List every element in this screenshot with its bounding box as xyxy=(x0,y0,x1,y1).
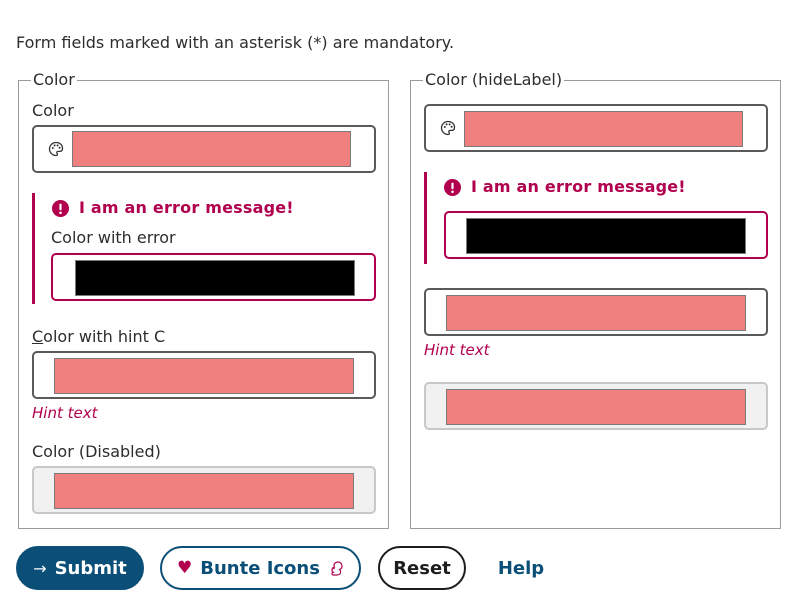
color-fieldset-legend: Color xyxy=(33,70,75,89)
color-disabled-field xyxy=(32,466,376,514)
color-field[interactable] xyxy=(32,125,376,173)
color-hidelabel-disabled-field xyxy=(424,382,768,430)
palette-icon xyxy=(440,120,456,136)
color-swatch-hint xyxy=(54,358,354,394)
color-label: Color xyxy=(32,101,74,120)
color-with-error-field[interactable] xyxy=(51,253,376,301)
reset-button-label: Reset xyxy=(393,557,451,579)
arrow-right-icon: → xyxy=(33,558,47,578)
bunte-icons-button[interactable]: ♥ Bunte Icons xyxy=(160,546,361,590)
color-hidelabel-hint-field[interactable] xyxy=(424,288,768,336)
palette-icon xyxy=(48,141,64,157)
color-hidelabel-error-field[interactable] xyxy=(444,211,768,259)
error-indicator-bar xyxy=(32,193,35,304)
color-hidelabel-fieldset-legend: Color (hideLabel) xyxy=(425,70,563,89)
page: Form fields marked with an asterisk (*) … xyxy=(0,0,800,606)
error-icon xyxy=(444,179,461,196)
color-with-error-label: Color with error xyxy=(51,228,176,247)
color-swatch xyxy=(464,111,743,147)
color-swatch-error xyxy=(75,260,355,296)
error-message: I am an error message! xyxy=(471,177,686,196)
heart-icon: ♥ xyxy=(177,558,193,578)
color-swatch-error xyxy=(466,218,746,254)
mandatory-notice: Form fields marked with an asterisk (*) … xyxy=(16,33,455,52)
color-with-hint-field[interactable] xyxy=(32,351,376,399)
squirrel-icon xyxy=(331,561,343,576)
error-message: I am an error message! xyxy=(79,198,294,217)
submit-button-label: Submit xyxy=(54,557,127,579)
color-with-hint-label-text: olor with hint C xyxy=(43,327,166,346)
error-icon xyxy=(52,200,69,217)
color-swatch-disabled xyxy=(446,389,746,425)
hint-text: Hint text xyxy=(32,404,98,422)
hint-text: Hint text xyxy=(424,341,490,359)
access-key-letter: C xyxy=(32,327,44,346)
bunte-icons-button-label: Bunte Icons xyxy=(200,557,320,579)
color-swatch-hint xyxy=(446,295,746,331)
color-disabled-label: Color (Disabled) xyxy=(32,442,161,461)
reset-button[interactable]: Reset xyxy=(378,546,466,590)
color-hidelabel-field[interactable] xyxy=(424,104,768,152)
color-swatch xyxy=(72,131,351,167)
submit-button[interactable]: → Submit xyxy=(16,546,144,590)
color-with-hint-label: Color with hint C xyxy=(32,327,165,347)
error-indicator-bar xyxy=(424,172,427,264)
help-button-label: Help xyxy=(497,557,545,579)
help-button[interactable]: Help xyxy=(488,546,554,590)
color-swatch-disabled xyxy=(54,473,354,509)
